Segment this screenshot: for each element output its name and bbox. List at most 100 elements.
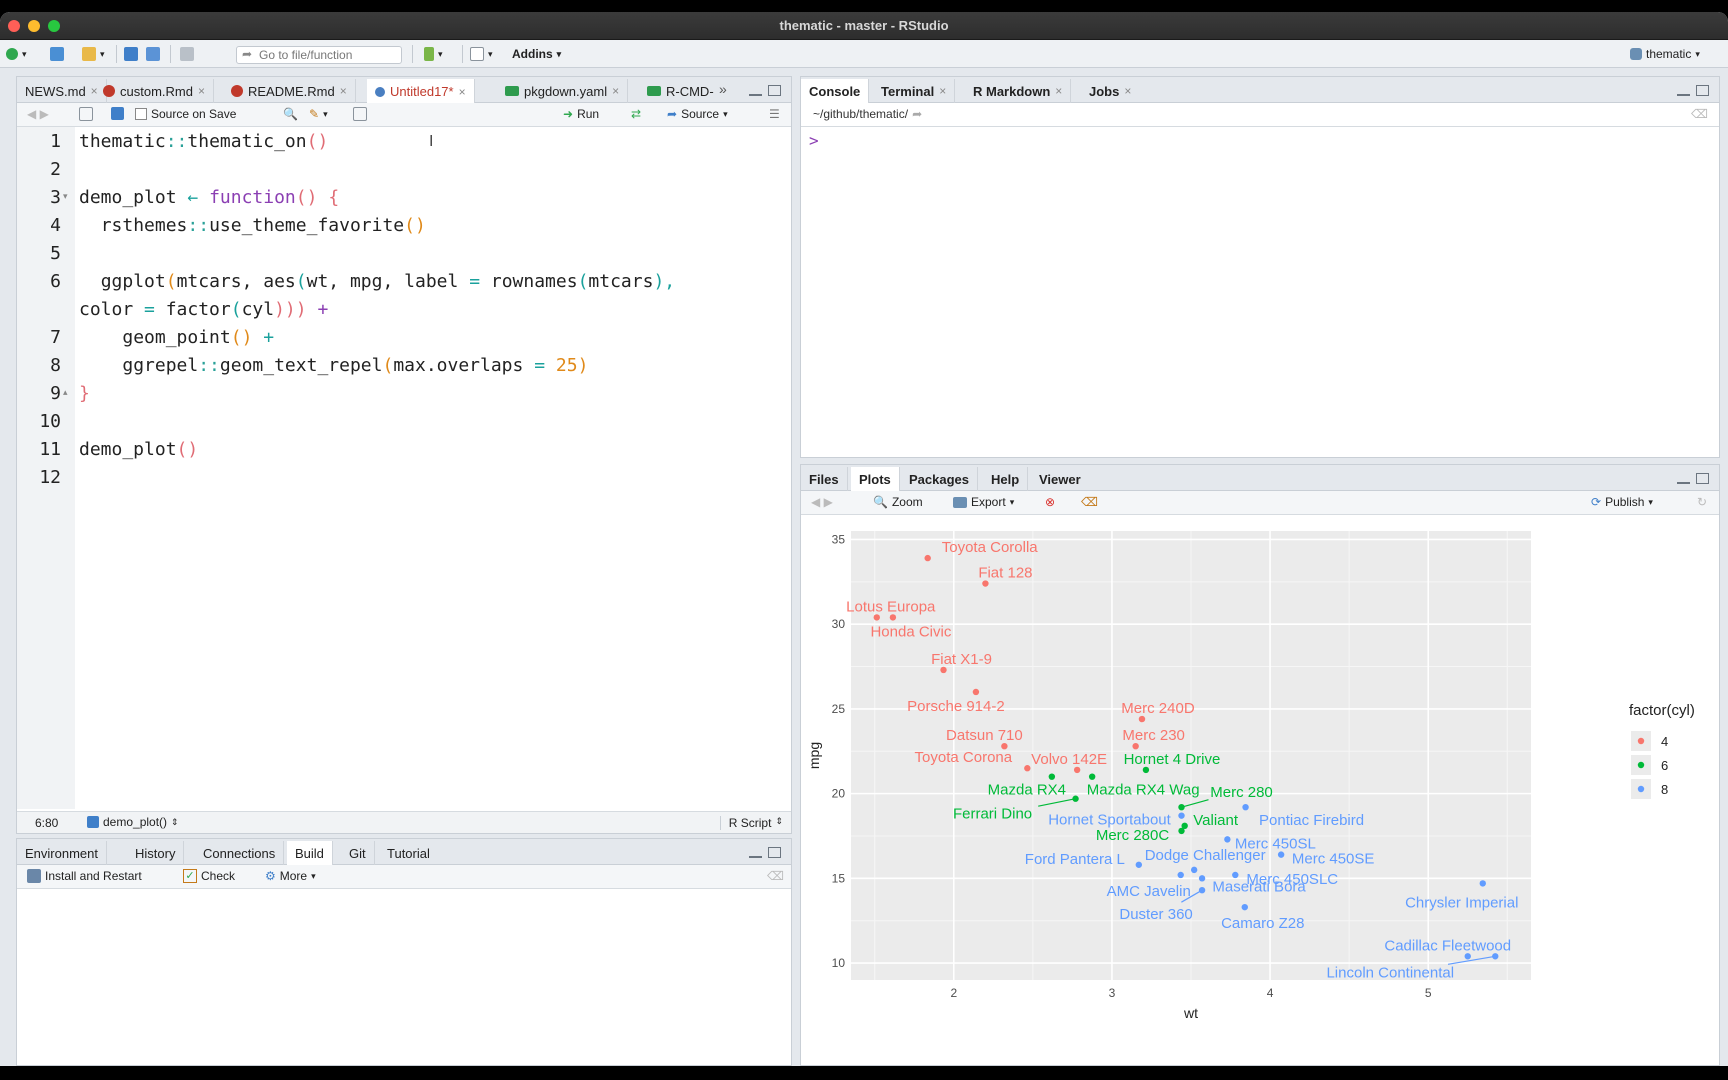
goto-dir-icon[interactable]: ➦ <box>912 107 922 121</box>
goto-file-input[interactable]: Go to file/function <box>236 46 402 64</box>
addins-menu[interactable]: Addins ▾ <box>512 45 561 63</box>
tab-help[interactable]: Help <box>983 467 1029 491</box>
project-menu[interactable]: thematic ▾ <box>1630 45 1700 63</box>
console-path-bar: ~/github/thematic/➦ ⌫ <box>801 103 1719 127</box>
tab-console[interactable]: Console <box>801 79 870 104</box>
back-icon[interactable]: ◀ ▶ <box>27 107 49 121</box>
source-button[interactable]: ➦ Source ▾ <box>667 107 728 121</box>
y-tick-label: 30 <box>832 617 846 631</box>
tab-files[interactable]: Files <box>801 467 848 491</box>
tab-packages[interactable]: Packages <box>901 467 978 491</box>
save-button[interactable] <box>124 45 138 63</box>
data-point <box>1277 851 1285 858</box>
data-point <box>1177 871 1184 879</box>
maximize-pane-icon[interactable] <box>768 85 781 96</box>
plot-back-forward-icon[interactable]: ◀ ▶ <box>811 495 833 509</box>
run-button[interactable]: ➜ Run <box>563 107 599 121</box>
code-tools-icon[interactable]: ✎ ▾ <box>309 107 328 121</box>
tab-connections[interactable]: Connections <box>195 841 285 865</box>
vcs-button[interactable]: ▾ <box>424 45 443 63</box>
close-tab-icon[interactable]: × <box>340 84 347 98</box>
legend-title: factor(cyl) <box>1629 702 1695 719</box>
tab-rmarkdown[interactable]: R Markdown × <box>965 79 1072 103</box>
close-tab-icon[interactable]: × <box>939 84 946 98</box>
rerun-button[interactable]: ⇄ <box>631 107 641 121</box>
filetype-selector[interactable]: R Script ⇕ <box>719 816 783 830</box>
save-all-icon <box>146 47 160 61</box>
tab-tutorial[interactable]: Tutorial <box>379 841 438 865</box>
tab-label: pkgdown.yaml <box>524 83 608 99</box>
export-button[interactable]: Export ▾ <box>953 495 1014 509</box>
save-all-button[interactable] <box>146 45 160 63</box>
search-icon[interactable]: 🔍 <box>283 107 298 121</box>
zoom-icon: 🔍 <box>873 495 888 509</box>
compile-report-icon[interactable] <box>353 107 367 121</box>
close-tab-icon[interactable]: × <box>198 84 205 98</box>
data-point <box>1492 953 1499 960</box>
show-in-window-icon[interactable] <box>79 107 93 121</box>
zoom-button[interactable]: 🔍 Zoom <box>873 495 923 509</box>
refresh-plot-icon[interactable]: ↻ <box>1697 495 1707 509</box>
data-point <box>1190 866 1198 874</box>
function-navigator[interactable]: demo_plot() ⇕ <box>87 815 179 829</box>
close-tab-icon[interactable]: × <box>612 84 619 98</box>
outline-icon[interactable]: ☰ <box>769 107 780 121</box>
pane-window-controls[interactable] <box>1677 473 1709 484</box>
minimize-pane-icon[interactable] <box>749 92 762 96</box>
tab-build[interactable]: Build <box>287 841 333 866</box>
source-on-save-label: Source on Save <box>151 107 237 121</box>
point-label: Hornet Sportabout <box>1048 812 1171 829</box>
editor-tab[interactable]: R-CMD- <box>639 79 722 103</box>
install-restart-button[interactable]: Install and Restart <box>27 869 142 883</box>
y-axis-title: mpg <box>806 742 822 769</box>
remove-plot-icon[interactable]: ⊗ <box>1045 495 1055 509</box>
point-label: Hornet 4 Drive <box>1124 751 1221 768</box>
open-file-button[interactable]: ▾ <box>82 45 105 63</box>
tab-terminal[interactable]: Terminal × <box>873 79 956 103</box>
minimize-pane-icon[interactable] <box>1677 480 1690 484</box>
minimize-pane-icon[interactable] <box>749 854 762 858</box>
maximize-pane-icon[interactable] <box>1696 85 1709 96</box>
working-directory: ~/github/thematic/➦ <box>813 107 923 121</box>
tab-history[interactable]: History <box>127 841 185 865</box>
save-file-icon[interactable] <box>111 107 124 120</box>
editor-tab[interactable]: pkgdown.yaml × <box>497 79 629 103</box>
close-tab-icon[interactable]: × <box>1055 84 1062 98</box>
editor-tab[interactable]: custom.Rmd × <box>95 79 214 103</box>
close-tab-icon[interactable]: × <box>459 85 466 99</box>
maximize-pane-icon[interactable] <box>1696 473 1709 484</box>
tab-plots[interactable]: Plots <box>851 467 900 492</box>
check-button[interactable]: ✓ Check <box>183 869 235 883</box>
minimize-pane-icon[interactable] <box>1677 92 1690 96</box>
pane-layout-button[interactable]: ▾ <box>470 45 493 63</box>
pane-window-controls[interactable] <box>749 847 781 858</box>
y-tick-label: 35 <box>832 532 846 546</box>
clear-plots-broom-icon[interactable]: ⌫ <box>1081 495 1098 509</box>
tab-environment[interactable]: Environment <box>17 841 107 865</box>
more-menu[interactable]: ⚙ More ▾ <box>265 869 316 883</box>
point-label: Pontiac Firebird <box>1259 812 1364 829</box>
broom-icon[interactable]: ⌫ <box>1691 107 1708 121</box>
close-tab-icon[interactable]: × <box>1124 84 1131 98</box>
print-button[interactable] <box>180 45 194 63</box>
pane-window-controls[interactable] <box>1677 85 1709 96</box>
editor-tab[interactable]: README.Rmd × <box>223 79 356 103</box>
source-on-save-checkbox[interactable]: Source on Save <box>135 107 236 121</box>
editor-tab[interactable]: NEWS.md × <box>17 79 107 103</box>
console-input[interactable]: > <box>801 127 1719 457</box>
tab-viewer[interactable]: Viewer <box>1031 467 1089 491</box>
editor-tab-active[interactable]: Untitled17* × <box>367 79 475 104</box>
new-project-button[interactable] <box>50 45 64 63</box>
maximize-pane-icon[interactable] <box>768 847 781 858</box>
more-tabs-icon[interactable]: » <box>719 81 727 97</box>
point-label: Datsun 710 <box>946 727 1023 744</box>
code-area[interactable]: thematic::thematic_on() demo_plot ← func… <box>17 127 791 809</box>
tab-git[interactable]: Git <box>341 841 375 865</box>
tab-jobs[interactable]: Jobs × <box>1081 79 1139 103</box>
broom-icon[interactable]: ⌫ <box>767 869 784 883</box>
publish-button[interactable]: ⟳ Publish ▾ <box>1591 495 1653 509</box>
new-file-button[interactable]: ▾ <box>6 45 27 63</box>
point-label: Fiat 128 <box>978 565 1032 582</box>
source-label: Source <box>681 107 720 121</box>
pane-window-controls[interactable] <box>749 85 781 96</box>
